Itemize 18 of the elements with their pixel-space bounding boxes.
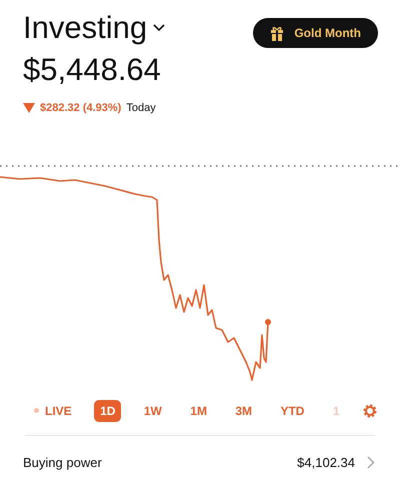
live-tab[interactable]: LIVE bbox=[28, 400, 78, 422]
range-tab[interactable]: 1D bbox=[94, 400, 122, 422]
promo-button[interactable]: Gold Month bbox=[253, 18, 378, 48]
period-label: Today bbox=[126, 102, 156, 114]
buying-power-row[interactable]: Buying power $4,102.34 bbox=[0, 436, 400, 470]
range-tab[interactable]: 1W bbox=[138, 400, 168, 422]
buying-power-label: Buying power bbox=[23, 455, 103, 470]
account-title[interactable]: Investing bbox=[23, 10, 148, 46]
settings-icon[interactable] bbox=[362, 402, 378, 418]
gift-icon bbox=[270, 26, 284, 40]
chevron-down-icon[interactable] bbox=[153, 24, 166, 32]
range-tab[interactable]: 1M bbox=[184, 400, 213, 422]
change-amount: $282.32 (4.93%) bbox=[40, 102, 122, 114]
range-tab[interactable]: YTD bbox=[274, 400, 310, 422]
buying-power-value: $4,102.34 bbox=[297, 455, 355, 470]
portfolio-value: $5,448.64 bbox=[23, 52, 162, 88]
range-tab[interactable]: 3M bbox=[229, 400, 258, 422]
chevron-right-icon bbox=[367, 456, 375, 469]
